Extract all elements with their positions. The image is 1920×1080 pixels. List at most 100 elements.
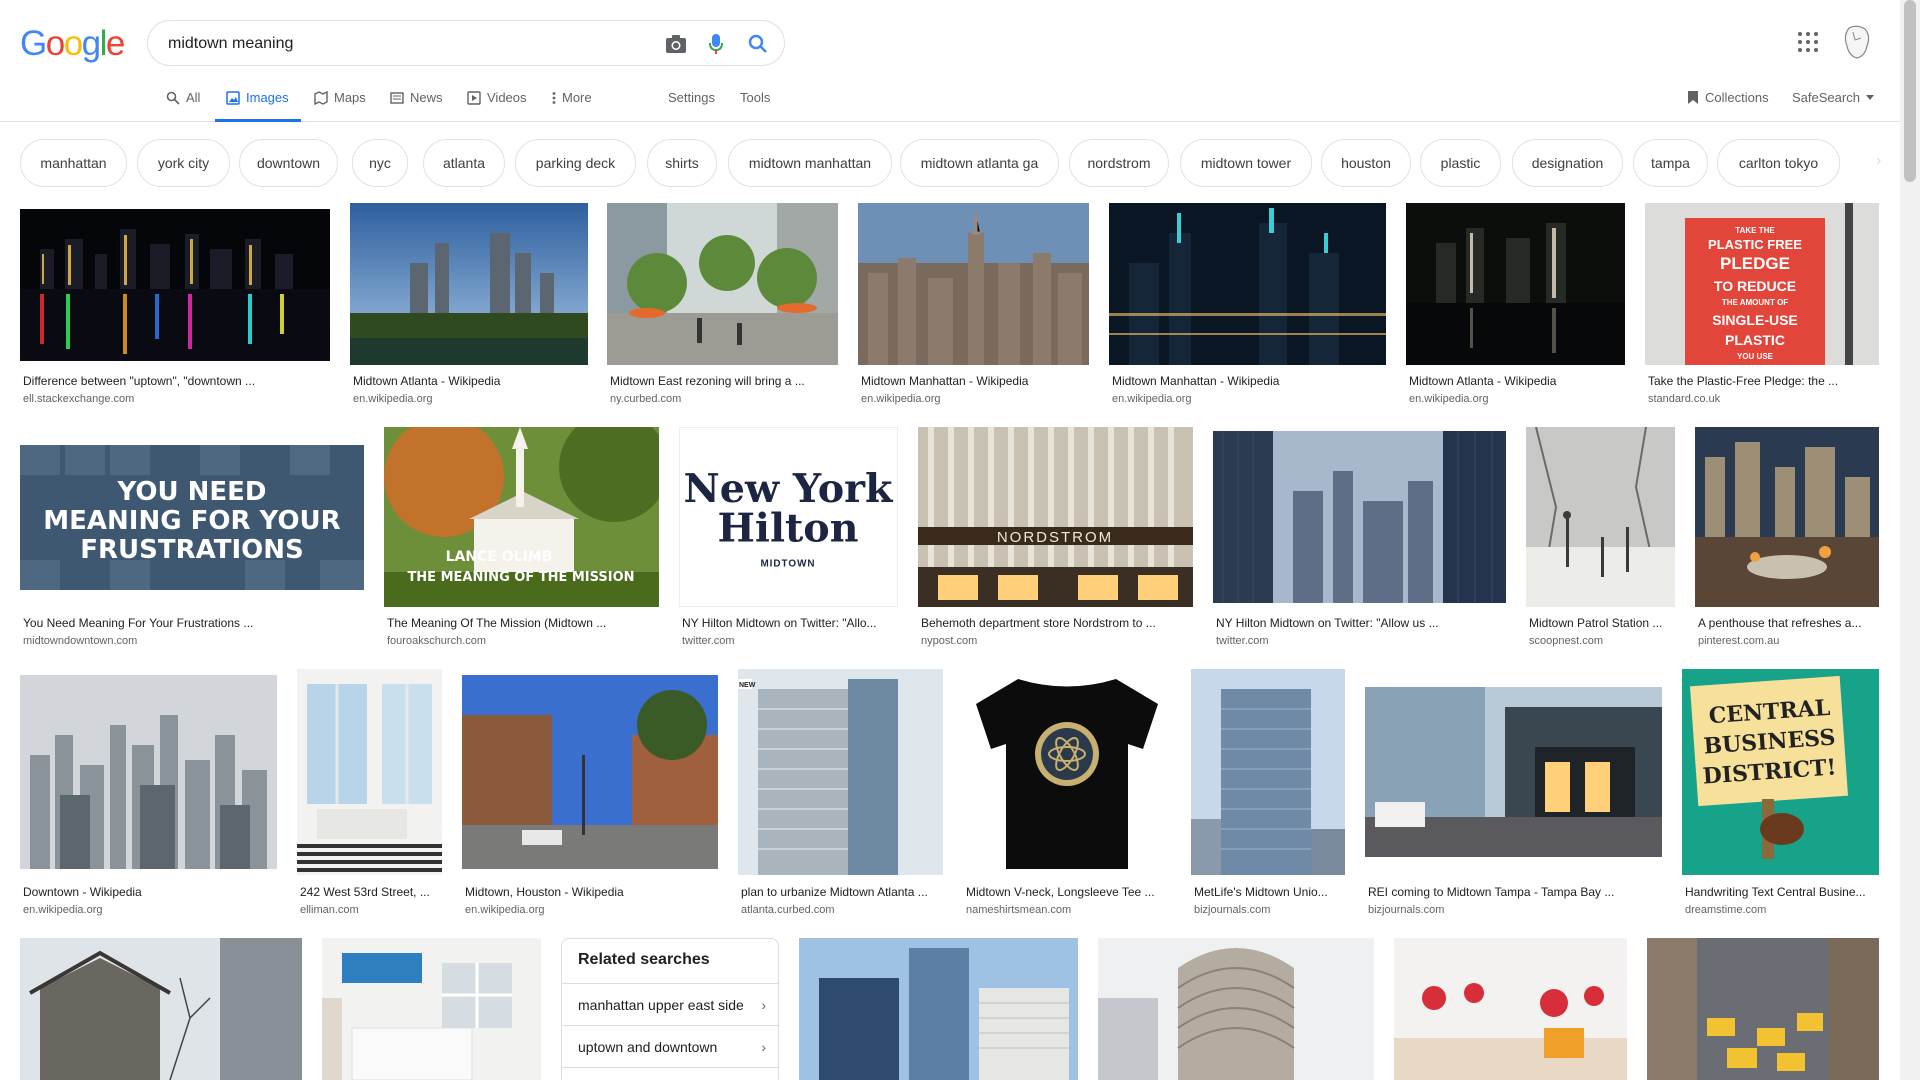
result-thumbnail[interactable] (607, 203, 838, 365)
result-thumbnail[interactable] (1098, 938, 1374, 1080)
result-source[interactable]: bizjournals.com (1368, 904, 1444, 916)
chip[interactable]: parking deck (515, 139, 636, 187)
chip[interactable]: downtown (239, 139, 338, 187)
safesearch-dropdown[interactable]: SafeSearch (1792, 90, 1874, 105)
chip[interactable]: midtown atlanta ga (900, 139, 1059, 187)
result-title[interactable]: You Need Meaning For Your Frustrations .… (23, 616, 361, 630)
result-source[interactable]: nameshirtsmean.com (966, 904, 1071, 916)
image-result[interactable] (20, 938, 302, 1080)
result-source[interactable]: ell.stackexchange.com (23, 393, 134, 405)
result-thumbnail[interactable] (963, 669, 1171, 875)
camera-icon[interactable] (664, 32, 688, 56)
image-result[interactable]: Downtown - Wikipedia en.wikipedia.org (20, 669, 277, 919)
settings-link[interactable]: Settings (668, 90, 715, 105)
result-source[interactable]: en.wikipedia.org (465, 904, 545, 916)
result-source[interactable]: bizjournals.com (1194, 904, 1270, 916)
result-source[interactable]: ny.curbed.com (610, 393, 681, 405)
image-result[interactable] (1394, 938, 1627, 1080)
chip[interactable]: atlanta (423, 139, 505, 187)
image-result[interactable]: A penthouse that refreshes a... pinteres… (1695, 427, 1879, 652)
result-title[interactable]: NY Hilton Midtown on Twitter: "Allo... (682, 616, 895, 630)
result-thumbnail[interactable] (1406, 203, 1625, 365)
result-thumbnail[interactable] (1526, 427, 1675, 607)
image-result[interactable] (1647, 938, 1879, 1080)
result-source[interactable]: scoopnest.com (1529, 635, 1603, 647)
related-search-item[interactable] (562, 1067, 778, 1080)
image-result[interactable] (322, 938, 541, 1080)
result-source[interactable]: dreamstime.com (1685, 904, 1766, 916)
result-thumbnail[interactable] (20, 938, 302, 1080)
result-title[interactable]: Midtown Patrol Station ... (1529, 616, 1672, 630)
result-title[interactable]: Difference between "uptown", "downtown .… (23, 374, 328, 388)
image-result[interactable]: Midtown, Houston - Wikipedia en.wikipedi… (462, 669, 718, 919)
result-title[interactable]: Midtown Manhattan - Wikipedia (1112, 374, 1383, 388)
result-thumbnail[interactable] (1191, 669, 1345, 875)
result-thumbnail[interactable] (1695, 427, 1879, 607)
result-thumbnail[interactable]: LANCE OLIMB THE MEANING OF THE MISSION (384, 427, 659, 607)
result-title[interactable]: Downtown - Wikipedia (23, 885, 274, 899)
collections-link[interactable]: Collections (1687, 90, 1769, 105)
image-result[interactable]: New York Hilton MIDTOWN NY Hilton Midtow… (679, 427, 898, 652)
result-title[interactable]: The Meaning Of The Mission (Midtown ... (387, 616, 619, 630)
image-result[interactable]: Midtown Atlanta - Wikipedia en.wikipedia… (350, 203, 588, 413)
result-thumbnail[interactable] (1109, 203, 1386, 365)
result-source[interactable]: nypost.com (921, 635, 977, 647)
result-thumbnail[interactable] (1647, 938, 1879, 1080)
result-title[interactable]: A penthouse that refreshes a... (1698, 616, 1876, 630)
image-result[interactable]: Midtown Atlanta - Wikipedia en.wikipedia… (1406, 203, 1625, 413)
result-source[interactable]: elliman.com (300, 904, 359, 916)
result-thumbnail[interactable] (1213, 431, 1506, 603)
result-thumbnail[interactable] (462, 675, 718, 869)
chip[interactable]: manhattan (20, 139, 127, 187)
result-title[interactable]: 242 West 53rd Street, ... (300, 885, 439, 899)
chip[interactable]: plastic (1420, 139, 1501, 187)
image-result[interactable]: REI coming to Midtown Tampa - Tampa Bay … (1365, 669, 1662, 919)
image-result[interactable]: LANCE OLIMB THE MEANING OF THE MISSION T… (384, 427, 659, 652)
scrollbar-thumb[interactable] (1904, 0, 1916, 182)
result-source[interactable]: en.wikipedia.org (861, 393, 941, 405)
image-result[interactable]: YOU NEED MEANING FOR YOUR FRUSTRATIONS Y… (20, 427, 364, 652)
search-box[interactable]: midtown meaning (147, 20, 785, 66)
microphone-icon[interactable] (704, 32, 728, 56)
image-result[interactable]: Midtown Manhattan - Wikipedia en.wikiped… (858, 203, 1089, 413)
result-title[interactable]: Handwriting Text Central Busine... (1685, 885, 1876, 899)
result-thumbnail[interactable]: YOU NEED MEANING FOR YOUR FRUSTRATIONS (20, 445, 364, 590)
chip[interactable]: nyc (352, 139, 408, 187)
result-source[interactable]: midtowndowntown.com (23, 635, 137, 647)
result-thumbnail[interactable] (1394, 938, 1627, 1080)
result-source[interactable]: standard.co.uk (1648, 393, 1720, 405)
result-thumbnail[interactable]: NORDSTROM (918, 427, 1193, 607)
tab-images[interactable]: Images (215, 90, 301, 122)
result-thumbnail[interactable] (1365, 687, 1662, 857)
image-result[interactable]: TAKE THE PLASTIC FREE PLEDGE TO REDUCE T… (1645, 203, 1879, 413)
result-thumbnail[interactable] (858, 203, 1089, 365)
chevron-right-icon[interactable]: › (1876, 152, 1881, 170)
image-result[interactable]: Difference between "uptown", "downtown .… (20, 203, 330, 413)
image-result[interactable]: NORDSTROM Behemoth department store Nord… (918, 427, 1193, 652)
result-title[interactable]: MetLife's Midtown Unio... (1194, 885, 1342, 899)
chip[interactable]: tampa (1633, 139, 1708, 187)
tab-all[interactable]: All (166, 90, 200, 122)
image-result[interactable] (799, 938, 1078, 1080)
image-result[interactable]: Midtown Patrol Station ... scoopnest.com (1526, 427, 1675, 652)
tab-maps[interactable]: Maps (314, 90, 366, 122)
related-search-item[interactable]: manhattan upper east side › (562, 983, 778, 1025)
result-source[interactable]: en.wikipedia.org (1409, 393, 1489, 405)
result-thumbnail[interactable]: New York Hilton MIDTOWN (679, 427, 898, 607)
chip[interactable]: nordstrom (1069, 139, 1169, 187)
result-title[interactable]: Midtown East rezoning will bring a ... (610, 374, 835, 388)
result-source[interactable]: pinterest.com.au (1698, 635, 1779, 647)
result-source[interactable]: en.wikipedia.org (353, 393, 433, 405)
search-input[interactable]: midtown meaning (168, 35, 293, 53)
result-thumbnail[interactable] (297, 669, 442, 875)
result-source[interactable]: fouroakschurch.com (387, 635, 486, 647)
image-result[interactable]: NY Hilton Midtown on Twitter: "Allow us … (1213, 427, 1506, 652)
result-thumbnail[interactable] (20, 209, 330, 361)
result-title[interactable]: Midtown V-neck, Longsleeve Tee ... (966, 885, 1168, 899)
result-thumbnail[interactable] (322, 938, 541, 1080)
result-title[interactable]: REI coming to Midtown Tampa - Tampa Bay … (1368, 885, 1659, 899)
chip[interactable]: carlton tokyo (1717, 139, 1840, 187)
tab-more[interactable]: More (552, 90, 592, 122)
result-title[interactable]: Midtown, Houston - Wikipedia (465, 885, 715, 899)
result-title[interactable]: Behemoth department store Nordstrom to .… (921, 616, 1190, 630)
